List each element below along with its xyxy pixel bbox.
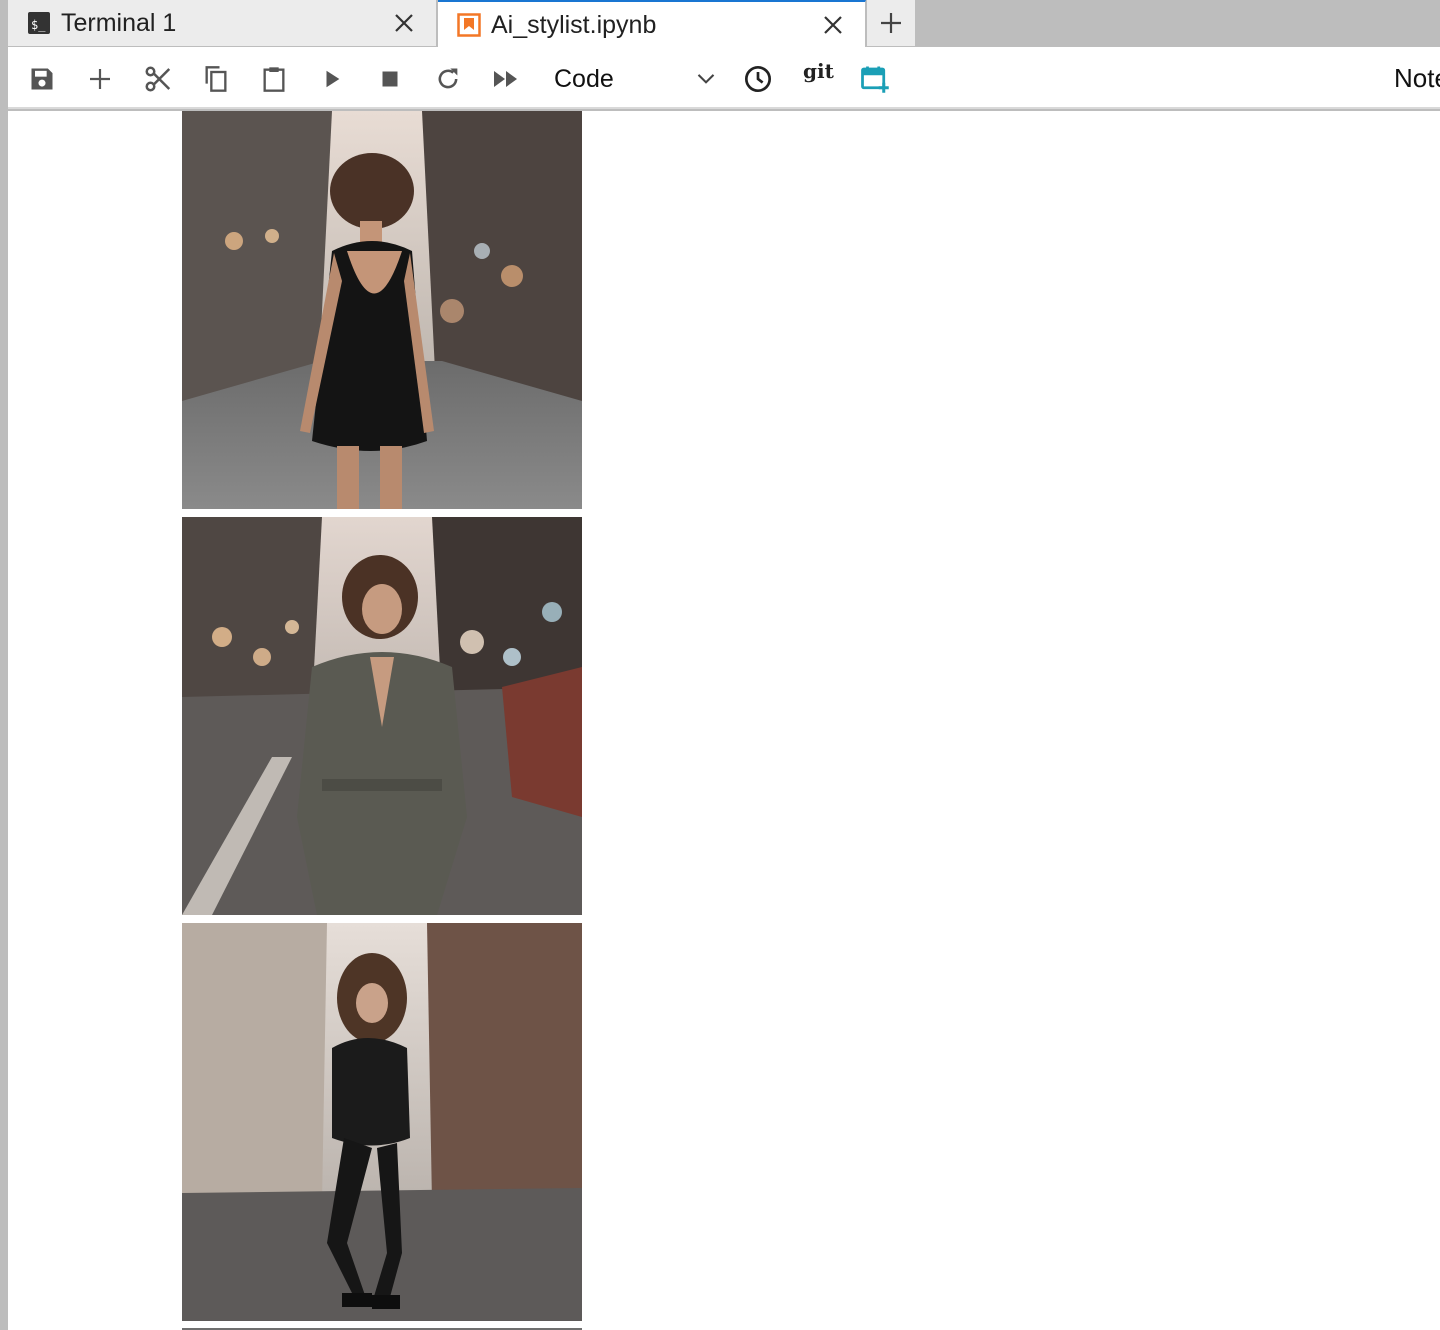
play-icon — [326, 70, 340, 88]
plus-icon — [881, 13, 901, 33]
cell-type-select[interactable]: Code — [546, 59, 716, 99]
copy-icon — [205, 66, 227, 92]
close-tab-icon[interactable] — [821, 13, 845, 37]
left-gutter — [0, 0, 8, 1330]
run-cell-button[interactable] — [316, 63, 348, 95]
output-image-leather-outfit — [182, 923, 582, 1321]
kernel-name-label[interactable]: Note — [1394, 63, 1440, 94]
street-photo-image — [182, 923, 582, 1321]
tab-label: Ai_stylist.ipynb — [491, 10, 657, 39]
save-button[interactable] — [26, 63, 58, 95]
fast-forward-icon — [494, 71, 517, 87]
create-schedule-button[interactable] — [859, 63, 891, 95]
new-tab-button[interactable] — [867, 0, 915, 46]
git-button[interactable]: git — [803, 59, 834, 83]
clock-icon — [744, 65, 772, 93]
clipboard-icon — [263, 67, 285, 92]
refresh-icon — [438, 68, 458, 89]
output-image-black-dress — [182, 111, 582, 509]
output-image-grey-jumpsuit — [182, 517, 582, 915]
tab-label: Terminal 1 — [61, 8, 177, 37]
tab-terminal-1[interactable]: $_ Terminal 1 — [8, 0, 437, 46]
stop-icon — [382, 71, 398, 87]
copy-cell-button[interactable] — [200, 63, 232, 95]
tab-ai-stylist-notebook[interactable]: Ai_stylist.ipynb — [438, 0, 866, 48]
restart-kernel-button[interactable] — [432, 63, 464, 95]
interrupt-kernel-button[interactable] — [374, 63, 406, 95]
notebook-toolbar: Code git Note — [8, 47, 1440, 109]
chevron-down-icon — [697, 74, 715, 84]
save-icon — [31, 68, 53, 90]
street-photo-image — [182, 111, 582, 509]
paste-cell-button[interactable] — [258, 63, 290, 95]
notebook-icon — [456, 12, 482, 38]
terminal-icon: $_ — [26, 10, 52, 36]
plus-icon — [90, 69, 110, 89]
close-tab-icon[interactable] — [392, 11, 416, 35]
street-photo-image — [182, 517, 582, 915]
calendar-add-icon — [861, 66, 889, 93]
tab-bar: $_ Terminal 1 Ai_stylist.ipynb — [8, 0, 1440, 48]
insert-cell-button[interactable] — [84, 63, 116, 95]
history-button[interactable] — [742, 63, 774, 95]
scissors-icon — [145, 66, 171, 92]
cut-cell-button[interactable] — [142, 63, 174, 95]
restart-run-all-button[interactable] — [490, 63, 522, 95]
cell-type-value: Code — [554, 64, 614, 93]
notebook-panel[interactable] — [8, 111, 1440, 1330]
svg-text:$_: $_ — [31, 18, 46, 32]
